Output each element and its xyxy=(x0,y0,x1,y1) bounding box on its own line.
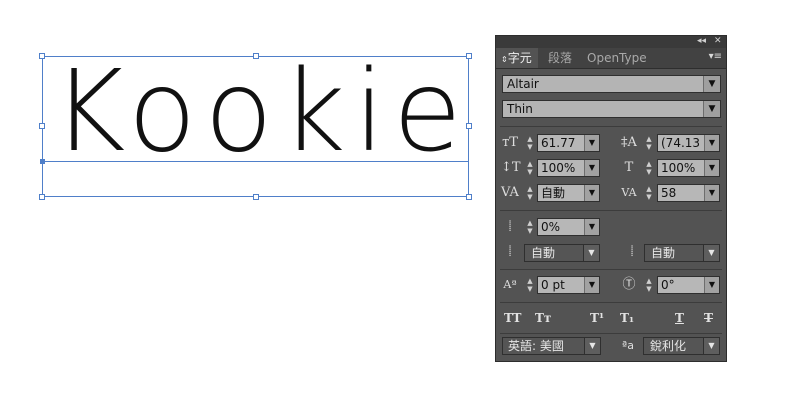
leading-icon: ‡A xyxy=(621,135,637,150)
chevron-down-icon: ▼ xyxy=(584,277,599,293)
antialias-dropdown[interactable]: 銳利化 ▼ xyxy=(643,337,720,355)
rotation-icon: Ⓣ xyxy=(622,277,636,292)
tab-paragraph[interactable]: 段落 xyxy=(543,48,577,68)
tsume-icon: ⸽ xyxy=(508,221,512,232)
kerning-icon: VA xyxy=(501,185,519,200)
leading-stepper-icon[interactable]: ▲ ▼ xyxy=(643,135,655,151)
chevron-down-icon: ▼ xyxy=(703,245,719,261)
divider xyxy=(500,302,722,303)
divider xyxy=(500,210,722,211)
close-icon[interactable]: ✕ xyxy=(714,35,722,47)
vertical-scale-stepper-icon[interactable]: ▲ ▼ xyxy=(524,160,536,176)
divider xyxy=(500,269,722,270)
font-size-icon: ᴛT xyxy=(502,135,518,150)
vertical-scale-icon: ↕T xyxy=(501,160,521,175)
rotation-stepper-icon[interactable]: ▲ ▼ xyxy=(643,277,655,293)
aki-left-dropdown[interactable]: 自動 ▼ xyxy=(524,244,600,262)
resize-handle-middle-right[interactable] xyxy=(466,123,472,129)
kerning-stepper-icon[interactable]: ▲ ▼ xyxy=(524,185,536,201)
chevron-down-icon: ▼ xyxy=(704,135,719,151)
horizontal-scale-icon: T xyxy=(624,160,634,175)
resize-handle-bottom-center[interactable] xyxy=(253,194,259,200)
tracking-field[interactable]: 58 ▼ xyxy=(657,184,720,202)
underline-button[interactable]: T xyxy=(675,309,684,327)
resize-handle-middle-left[interactable] xyxy=(39,123,45,129)
strikethrough-button[interactable]: T xyxy=(704,309,713,327)
chevron-down-icon: ▼ xyxy=(703,101,720,117)
chevron-down-icon: ▼ xyxy=(584,160,599,176)
panel-menu-icon[interactable]: ▾≡ xyxy=(709,51,722,62)
panel-tabs: ⇕字元 段落 OpenType ▾≡ xyxy=(496,48,726,69)
subscript-button[interactable]: T₁ xyxy=(620,309,634,327)
horizontal-scale-field[interactable]: 100% ▼ xyxy=(657,159,720,177)
chevron-down-icon: ▼ xyxy=(704,185,719,201)
resize-handle-bottom-left[interactable] xyxy=(39,194,45,200)
tracking-icon: VA xyxy=(621,186,637,199)
chevron-down-icon: ▼ xyxy=(703,76,720,92)
all-caps-button[interactable]: TT xyxy=(504,309,521,327)
font-size-field[interactable]: 61.77 ▼ xyxy=(537,134,600,152)
aki-left-icon: ⸽ xyxy=(508,246,512,257)
panel-title-bar[interactable]: ◂◂ ✕ xyxy=(496,36,726,48)
baseline-shift-field[interactable]: 0 pt ▼ xyxy=(537,276,600,294)
resize-handle-bottom-right[interactable] xyxy=(466,194,472,200)
chevron-down-icon: ▼ xyxy=(584,185,599,201)
tsume-stepper-icon[interactable]: ▲ ▼ xyxy=(524,219,536,235)
baseline-shift-icon: Aª xyxy=(503,278,517,291)
baseline-shift-stepper-icon[interactable]: ▲ ▼ xyxy=(524,277,536,293)
font-style-dropdown[interactable]: Thin ▼ xyxy=(502,100,721,118)
character-panel: ◂◂ ✕ ⇕字元 段落 OpenType ▾≡ Altair ▼ Thin ▼ … xyxy=(495,35,727,362)
horizontal-scale-stepper-icon[interactable]: ▲ ▼ xyxy=(643,160,655,176)
collapse-icon[interactable]: ◂◂ xyxy=(697,35,706,47)
chevron-down-icon: ▼ xyxy=(584,135,599,151)
chevron-down-icon: ▼ xyxy=(704,277,719,293)
selection-bounding-box[interactable] xyxy=(42,56,469,197)
vertical-scale-field[interactable]: 100% ▼ xyxy=(537,159,600,177)
chevron-down-icon: ▼ xyxy=(704,160,719,176)
chevron-down-icon: ▼ xyxy=(583,245,599,261)
divider xyxy=(500,126,722,127)
tab-opentype[interactable]: OpenType xyxy=(582,48,652,68)
text-baseline xyxy=(42,161,469,162)
text-anchor-point[interactable] xyxy=(40,159,45,164)
chevron-down-icon: ▼ xyxy=(703,338,719,354)
divider xyxy=(500,333,722,334)
leading-field[interactable]: (74.13 ▼ xyxy=(657,134,720,152)
aki-right-icon: ⸽ xyxy=(630,246,634,257)
superscript-button[interactable]: T¹ xyxy=(590,309,604,327)
font-size-stepper-icon[interactable]: ▲ ▼ xyxy=(524,135,536,151)
aki-right-dropdown[interactable]: 自動 ▼ xyxy=(644,244,720,262)
tab-character[interactable]: ⇕字元 xyxy=(496,48,538,68)
tracking-stepper-icon[interactable]: ▲ ▼ xyxy=(643,185,655,201)
resize-handle-top-left[interactable] xyxy=(39,53,45,59)
language-dropdown[interactable]: 英語: 美國 ▼ xyxy=(502,337,601,355)
chevron-down-icon: ▼ xyxy=(584,338,600,354)
chevron-down-icon: ▼ xyxy=(584,219,599,235)
kerning-field[interactable]: 自動 ▼ xyxy=(537,184,600,202)
tab-expand-icon: ⇕ xyxy=(501,55,508,64)
tsume-field[interactable]: 0% ▼ xyxy=(537,218,600,236)
small-caps-button[interactable]: Tт xyxy=(535,309,551,327)
font-family-dropdown[interactable]: Altair ▼ xyxy=(502,75,721,93)
resize-handle-top-right[interactable] xyxy=(466,53,472,59)
rotation-field[interactable]: 0° ▼ xyxy=(657,276,720,294)
antialias-icon: ªa xyxy=(622,339,634,352)
resize-handle-top-center[interactable] xyxy=(253,53,259,59)
